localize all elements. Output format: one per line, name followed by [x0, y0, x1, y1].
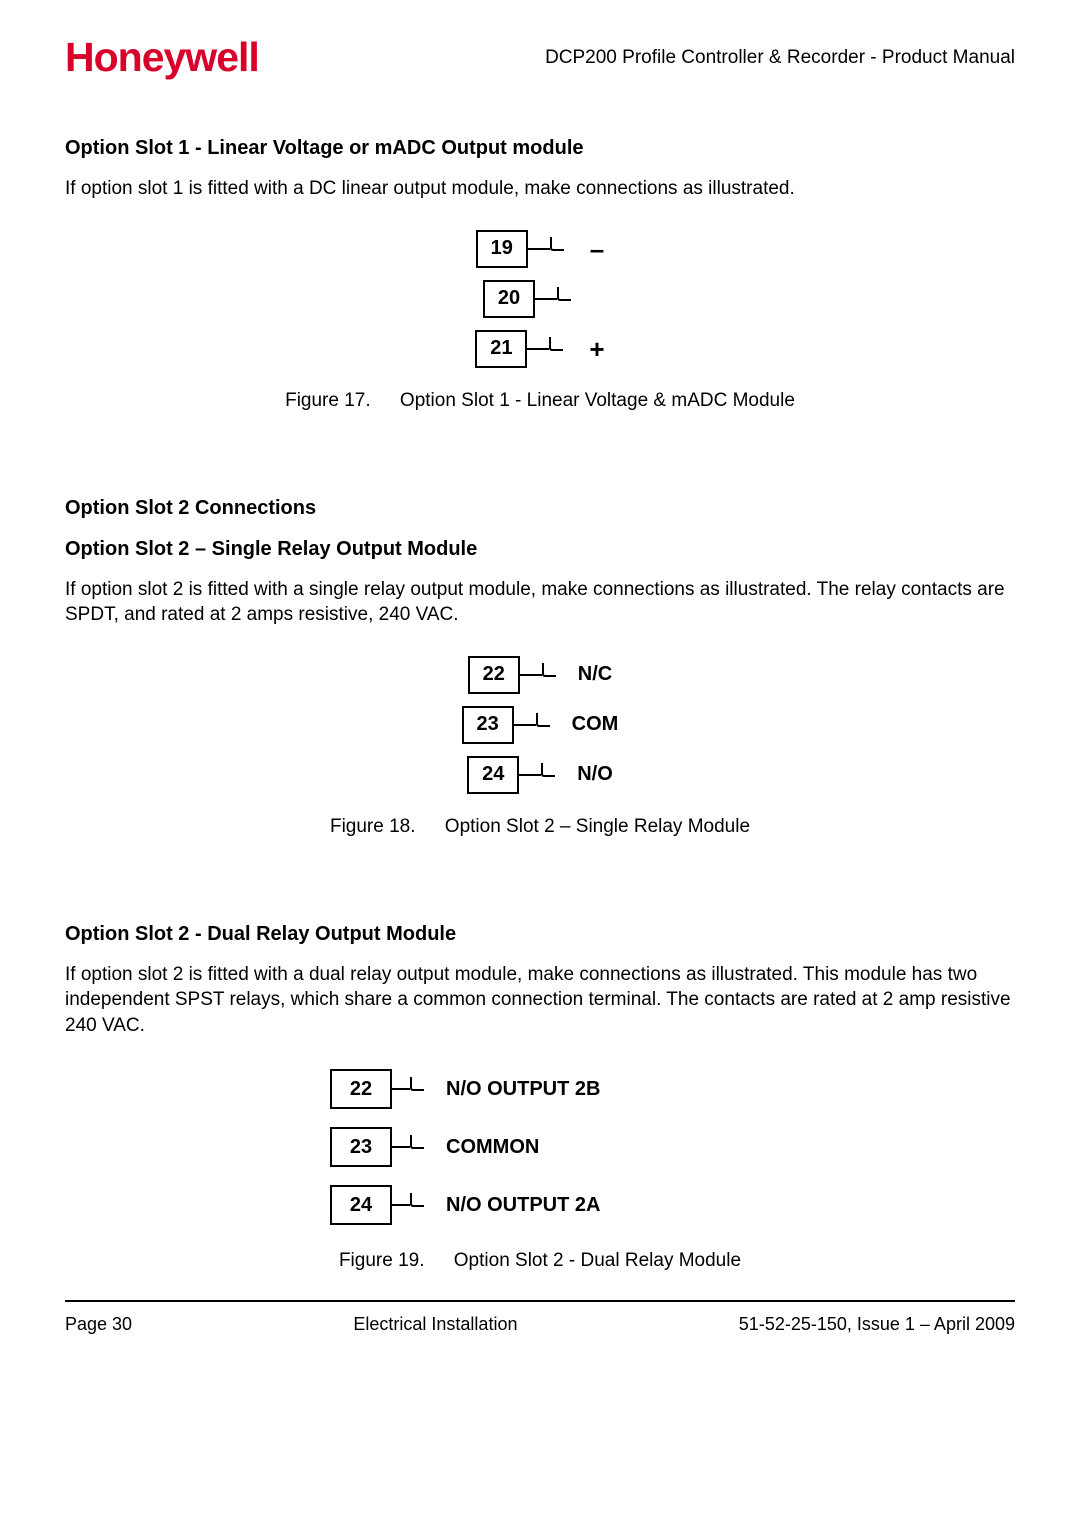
wire-icon: [519, 774, 541, 776]
terminal-label: N/O: [577, 761, 613, 788]
connector-icon: [542, 663, 556, 677]
connector-icon: [536, 713, 550, 727]
figure-number: Figure 17.: [285, 390, 371, 411]
terminal-label: COM: [572, 711, 619, 738]
section-body-slot2-dual-relay: If option slot 2 is fitted with a dual r…: [65, 962, 1015, 1039]
connector-icon: [541, 763, 555, 777]
terminal-box: 22: [330, 1069, 392, 1109]
section-body-slot1-linear: If option slot 1 is fitted with a DC lin…: [65, 176, 1015, 202]
document-title: DCP200 Profile Controller & Recorder - P…: [545, 45, 1015, 71]
section-heading-slot2-single-relay: Option Slot 2 – Single Relay Output Modu…: [65, 536, 1015, 563]
footer-section-name: Electrical Installation: [353, 1312, 517, 1336]
terminal-label: +: [589, 336, 604, 362]
terminal-label: COMMON: [446, 1134, 539, 1161]
wire-icon: [392, 1146, 410, 1148]
wire-icon: [392, 1088, 410, 1090]
section-heading-slot2-dual-relay: Option Slot 2 - Dual Relay Output Module: [65, 921, 1015, 948]
connector-icon: [557, 287, 571, 301]
wire-icon: [514, 724, 536, 726]
figure-18-caption: Figure 18. Option Slot 2 – Single Relay …: [65, 814, 1015, 840]
figure-17-diagram: 19 – 20 21 +: [65, 224, 1015, 374]
terminal-label: N/O OUTPUT 2B: [446, 1076, 600, 1103]
connector-icon: [410, 1077, 424, 1091]
figure-18-diagram: 22 N/C 23 COM 24 N/O: [65, 650, 1015, 800]
figure-number: Figure 19.: [339, 1250, 425, 1271]
terminal-label: N/C: [578, 661, 612, 688]
terminal-box: 19: [476, 230, 528, 268]
figure-19-caption: Figure 19. Option Slot 2 - Dual Relay Mo…: [65, 1248, 1015, 1274]
connector-icon: [410, 1193, 424, 1207]
connector-icon: [549, 337, 563, 351]
figure-19-diagram: 22 N/O OUTPUT 2B 23 COMMON 24 N/O OUTPUT…: [330, 1060, 750, 1234]
page-header: Honeywell DCP200 Profile Controller & Re…: [65, 30, 1015, 85]
figure-number: Figure 18.: [330, 816, 416, 837]
terminal-box: 22: [468, 656, 520, 694]
terminal-box: 23: [330, 1127, 392, 1167]
brand-logo: Honeywell: [65, 30, 259, 85]
connector-icon: [550, 237, 564, 251]
terminal-box: 21: [475, 330, 527, 368]
section-heading-slot2-connections: Option Slot 2 Connections: [65, 495, 1015, 522]
figure-title: Option Slot 1 - Linear Voltage & mADC Mo…: [400, 390, 795, 411]
page-footer: Page 30 Electrical Installation 51-52-25…: [65, 1302, 1015, 1336]
terminal-box: 24: [467, 756, 519, 794]
terminal-label: N/O OUTPUT 2A: [446, 1192, 600, 1219]
figure-17-caption: Figure 17. Option Slot 1 - Linear Voltag…: [65, 388, 1015, 414]
section-body-slot2-single-relay: If option slot 2 is fitted with a single…: [65, 577, 1015, 628]
wire-icon: [528, 248, 550, 250]
footer-page-number: Page 30: [65, 1312, 132, 1336]
wire-icon: [392, 1204, 410, 1206]
figure-title: Option Slot 2 – Single Relay Module: [445, 816, 750, 837]
terminal-box: 23: [462, 706, 514, 744]
footer-doc-reference: 51-52-25-150, Issue 1 – April 2009: [739, 1312, 1015, 1336]
terminal-box: 20: [483, 280, 535, 318]
wire-icon: [535, 298, 557, 300]
figure-title: Option Slot 2 - Dual Relay Module: [454, 1250, 741, 1271]
connector-icon: [410, 1135, 424, 1149]
terminal-box: 24: [330, 1185, 392, 1225]
terminal-label: –: [590, 236, 604, 262]
wire-icon: [527, 348, 549, 350]
wire-icon: [520, 674, 542, 676]
section-heading-slot1-linear: Option Slot 1 - Linear Voltage or mADC O…: [65, 135, 1015, 162]
